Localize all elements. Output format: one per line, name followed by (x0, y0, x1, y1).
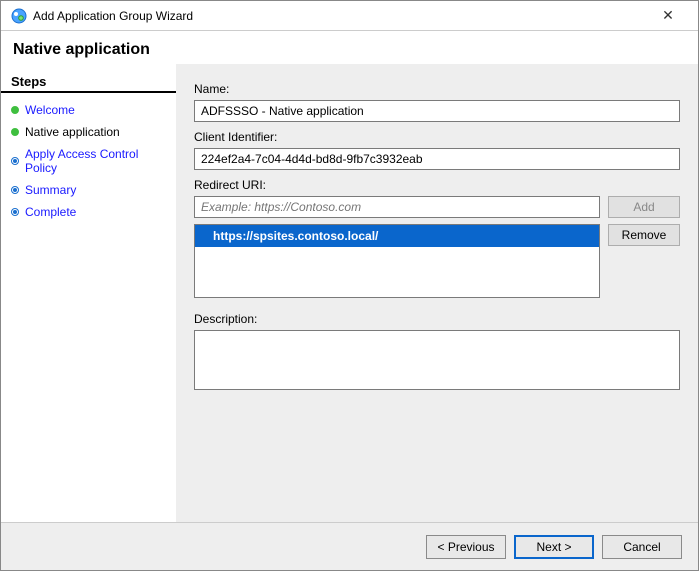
wizard-body: Steps Welcome Native application Apply A… (1, 63, 698, 522)
titlebar: Add Application Group Wizard ✕ (1, 1, 698, 31)
step-summary[interactable]: Summary (1, 179, 176, 201)
client-id-input[interactable] (194, 148, 680, 170)
bullet-icon (11, 128, 19, 136)
bullet-icon (11, 106, 19, 114)
steps-header: Steps (1, 70, 176, 93)
bullet-icon (11, 186, 19, 194)
window-title: Add Application Group Wizard (33, 9, 193, 23)
redirect-uri-listbox[interactable]: https://spsites.contoso.local/ (194, 224, 600, 298)
step-label: Summary (25, 183, 76, 197)
close-icon[interactable]: ✕ (648, 7, 688, 24)
bullet-icon (11, 157, 19, 165)
step-apply-access-control-policy[interactable]: Apply Access Control Policy (1, 143, 176, 179)
next-button[interactable]: Next > (514, 535, 594, 559)
step-welcome[interactable]: Welcome (1, 99, 176, 121)
remove-button[interactable]: Remove (608, 224, 680, 246)
app-icon (11, 8, 27, 24)
steps-sidebar: Steps Welcome Native application Apply A… (1, 64, 176, 522)
step-label: Complete (25, 205, 76, 219)
description-label: Description: (194, 312, 680, 326)
redirect-uri-label: Redirect URI: (194, 178, 680, 192)
step-native-application[interactable]: Native application (1, 121, 176, 143)
wizard-footer: < Previous Next > Cancel (1, 522, 698, 570)
cancel-button[interactable]: Cancel (602, 535, 682, 559)
client-id-label: Client Identifier: (194, 130, 680, 144)
step-label: Apply Access Control Policy (25, 147, 168, 175)
name-input[interactable] (194, 100, 680, 122)
step-complete[interactable]: Complete (1, 201, 176, 223)
bullet-icon (11, 208, 19, 216)
redirect-uri-item[interactable]: https://spsites.contoso.local/ (195, 225, 599, 247)
description-textarea[interactable] (194, 330, 680, 390)
step-label: Native application (25, 125, 120, 139)
add-button[interactable]: Add (608, 196, 680, 218)
wizard-window: Add Application Group Wizard ✕ Native ap… (0, 0, 699, 571)
page-title: Native application (1, 31, 698, 63)
previous-button[interactable]: < Previous (426, 535, 506, 559)
name-label: Name: (194, 82, 680, 96)
redirect-uri-input[interactable] (194, 196, 600, 218)
form-panel: Name: Client Identifier: Redirect URI: A… (176, 64, 698, 522)
step-label: Welcome (25, 103, 75, 117)
